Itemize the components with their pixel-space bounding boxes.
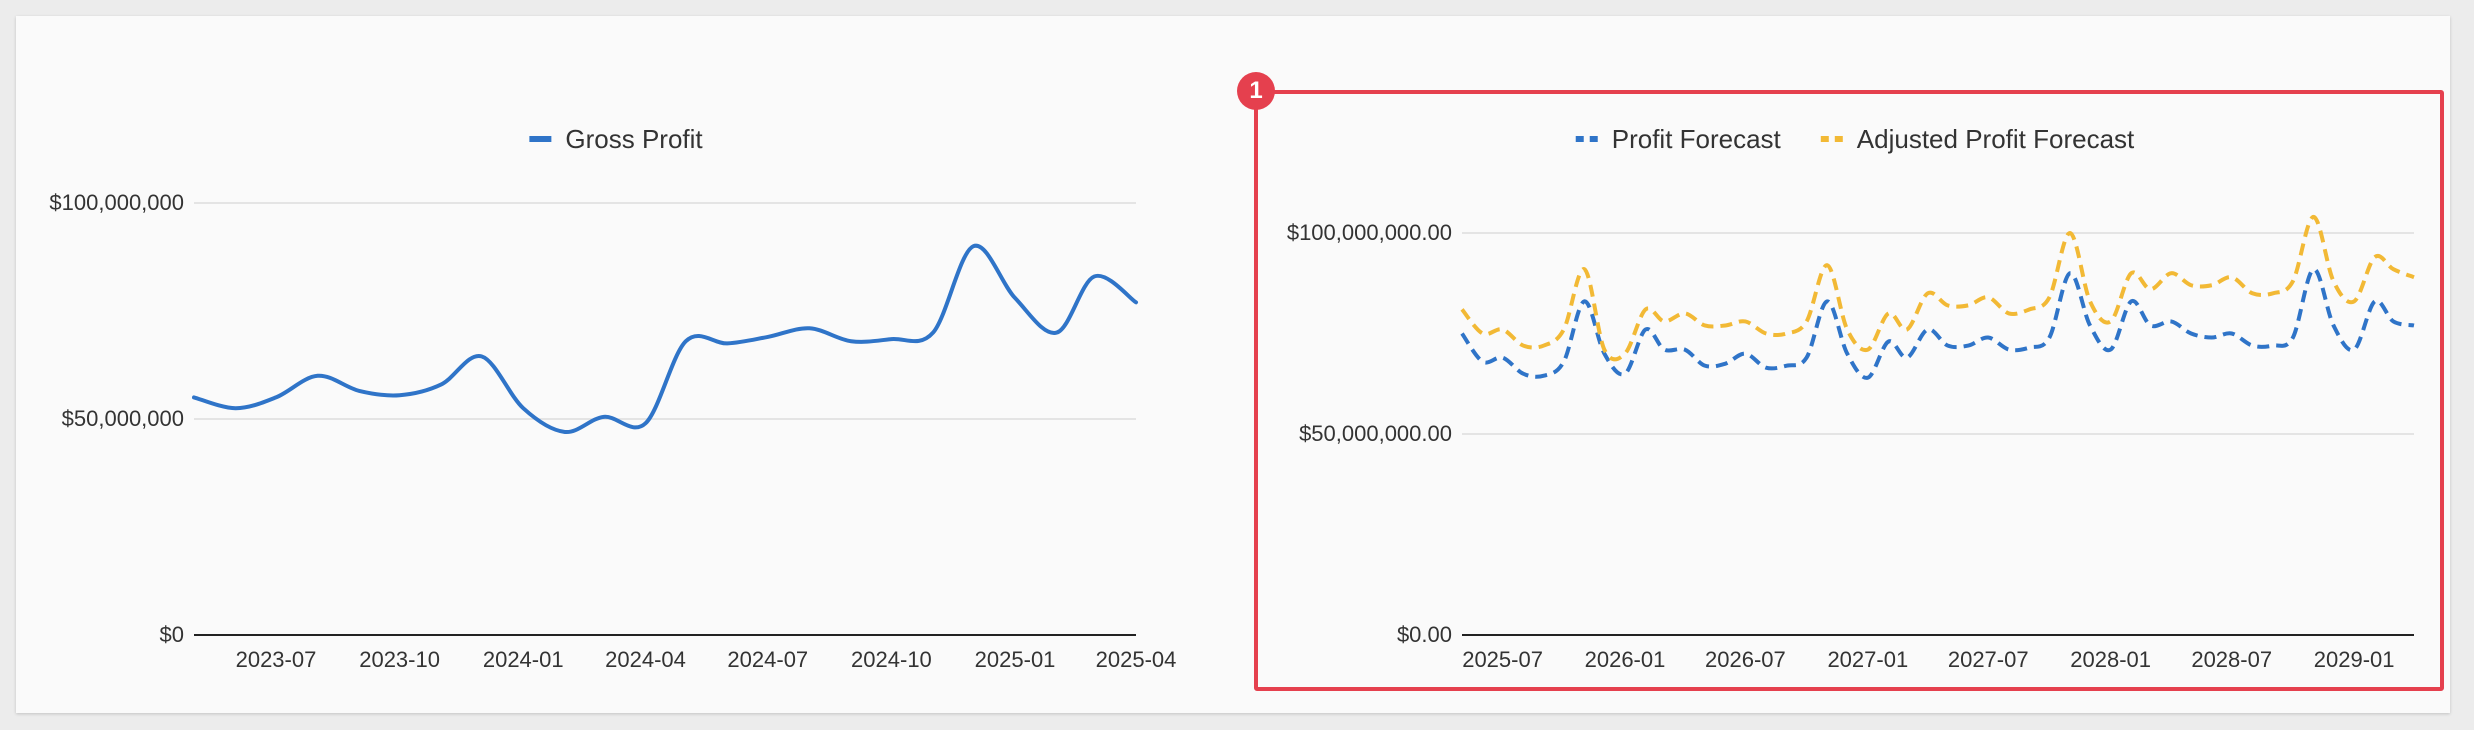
x-tick-label: 2028-01 [2070, 647, 2151, 672]
x-tick-label: 2024-07 [727, 647, 808, 672]
x-tick-label: 2027-01 [1827, 647, 1908, 672]
charts-svg: $0 $50,000,000 $100,000,000 2023-07 2023-10 2… [49, 124, 2415, 672]
y-tick-label: $0 [160, 622, 184, 647]
legend: Gross Profit [529, 124, 703, 154]
y-tick-label: $100,000,000 [49, 190, 184, 215]
x-tick-label: 2024-04 [605, 647, 686, 672]
legend-label: Gross Profit [565, 124, 703, 154]
dashboard-stage: $0 $50,000,000 $100,000,000 2023-07 2023-10 2… [0, 0, 2474, 730]
charts-panel: $0 $50,000,000 $100,000,000 2023-07 2023-10 2… [16, 16, 2450, 713]
chart-1: $0 $50,000,000 $100,000,000 2023-07 2023-10 2… [49, 124, 1176, 672]
x-tick-label: 2025-01 [975, 647, 1056, 672]
legend-label: Profit Forecast [1612, 124, 1782, 154]
legend-item[interactable]: Profit Forecast [1575, 124, 1782, 154]
x-tick-label: 2024-01 [483, 647, 564, 672]
series-line-gross-profit [192, 243, 1138, 434]
x-tick-label: 2027-07 [1948, 647, 2029, 672]
highlight-badge: 1 [1237, 72, 1275, 110]
legend: Profit Forecast Adjusted Profit Forecast [1575, 124, 2135, 154]
y-tick-label: $100,000,000.00 [1287, 220, 1452, 245]
legend-label: Adjusted Profit Forecast [1857, 124, 2135, 154]
x-tick-label: 2029-01 [2314, 647, 2395, 672]
series-line-profit-forecast [1460, 267, 2415, 380]
x-tick-label: 2026-07 [1705, 647, 1786, 672]
x-tick-label: 2023-10 [359, 647, 440, 672]
x-tick-label: 2028-07 [2191, 647, 2272, 672]
y-tick-label: $50,000,000 [62, 406, 184, 431]
legend-item[interactable]: Gross Profit [529, 124, 703, 154]
chart-2: $0.00 $50,000,000.00 $100,000,000.00 2025-0… [1287, 124, 2415, 672]
x-tick-label: 2025-04 [1096, 647, 1177, 672]
x-tick-label: 2024-10 [851, 647, 932, 672]
legend-item[interactable]: Adjusted Profit Forecast [1820, 124, 2135, 154]
x-tick-label: 2026-01 [1585, 647, 1666, 672]
x-tick-label: 2023-07 [236, 647, 317, 672]
y-tick-label: $0.00 [1397, 622, 1452, 647]
x-tick-label: 2025-07 [1462, 647, 1543, 672]
y-tick-label: $50,000,000.00 [1299, 421, 1452, 446]
